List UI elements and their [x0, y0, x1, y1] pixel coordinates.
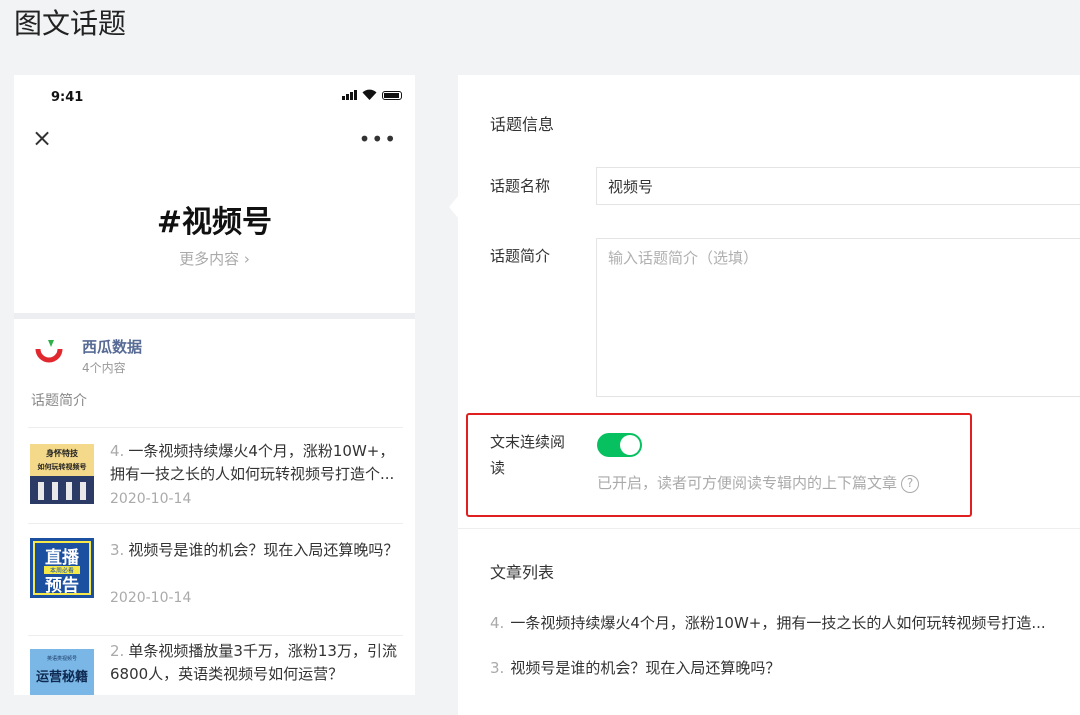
- status-icons: [342, 89, 402, 100]
- article-title-text: 视频号是谁的机会？现在入局还算晚吗？: [128, 541, 399, 559]
- article-thumbnail: 直播 本周必看 预告: [30, 538, 94, 598]
- thumb-text: 英语类视频号: [47, 655, 77, 662]
- article-thumbnail: 身怀特技 如何玩转视频号: [30, 444, 94, 504]
- thumb-text: 直播: [45, 547, 80, 568]
- article-num: 4.: [110, 442, 125, 460]
- divider: [458, 528, 1080, 529]
- article-list-item[interactable]: 3. 视频号是谁的机会？现在入局还算晚吗？: [490, 657, 780, 678]
- article-title-text: 一条视频持续爆火4个月，涨粉10W+，拥有一技之长的人如何玩转视频号打造个...: [110, 442, 395, 483]
- article-title-text: 单条视频播放量3千万，涨粉13万，引流6800人，英语类视频号如何运营？: [110, 642, 397, 683]
- close-icon[interactable]: ×: [32, 126, 52, 150]
- article-title-text: 一条视频持续爆火4个月，涨粉10W+，拥有一技之长的人如何玩转视频号打造...: [510, 614, 1046, 632]
- page-title: 图文话题: [14, 7, 127, 40]
- article-list-item[interactable]: 4. 一条视频持续爆火4个月，涨粉10W+，拥有一技之长的人如何玩转视频号打造..…: [490, 612, 1046, 633]
- thumb-text: 身怀特技: [46, 448, 79, 458]
- topic-name-label: 话题名称: [490, 177, 551, 195]
- highlight-box: [466, 413, 972, 517]
- article-title: 4. 一条视频持续爆火4个月，涨粉10W+，拥有一技之长的人如何玩转视频号打造个.…: [110, 440, 403, 486]
- phone-preview: 9:41 × ••• #视频号 更多内容 › 西瓜数据 4个内容 话题简介 身怀…: [14, 75, 415, 695]
- topic-intro-label: 话题简介: [490, 247, 551, 265]
- article-num: 2.: [110, 642, 125, 660]
- section-title-info: 话题信息: [490, 115, 555, 134]
- more-icon[interactable]: •••: [359, 127, 397, 151]
- status-time: 9:41: [51, 90, 84, 105]
- divider: [14, 313, 415, 319]
- thumb-text: 运营秘籍: [36, 669, 88, 685]
- section-title-articles: 文章列表: [490, 563, 555, 582]
- status-bar: 9:41: [14, 75, 415, 115]
- more-content-link[interactable]: 更多内容 ›: [14, 248, 415, 269]
- account-count: 4个内容: [82, 361, 126, 375]
- wifi-icon: [362, 89, 377, 100]
- article-num: 3.: [110, 541, 125, 559]
- account-logo-icon: [35, 340, 63, 363]
- list-item[interactable]: 直播 本周必看 预告 3. 视频号是谁的机会？现在入局还算晚吗？ 2020-10-…: [28, 523, 403, 636]
- article-title: 2. 单条视频播放量3千万，涨粉13万，引流6800人，英语类视频号如何运营？: [110, 640, 403, 686]
- article-title-text: 视频号是谁的机会？现在入局还算晚吗？: [510, 659, 781, 677]
- topic-settings-panel: 话题信息 话题名称 话题简介 文末连续阅读 已开启，读者可方便阅读专辑内的上下篇…: [458, 75, 1080, 715]
- battery-icon: [382, 91, 402, 100]
- thumb-text: 本周必看: [50, 567, 74, 575]
- article-num: 4.: [490, 614, 505, 632]
- thumb-text: 如何玩转视频号: [38, 462, 87, 471]
- thumb-text: 预告: [45, 575, 79, 596]
- topic-name-input[interactable]: [596, 167, 1080, 205]
- list-item[interactable]: 身怀特技 如何玩转视频号 4. 一条视频持续爆火4个月，涨粉10W+，拥有一技之长…: [28, 427, 403, 524]
- more-content-label: 更多内容: [179, 250, 240, 268]
- account-name[interactable]: 西瓜数据: [82, 336, 142, 357]
- article-date: 2020-10-14: [110, 590, 192, 606]
- topic-intro-textarea[interactable]: [596, 238, 1080, 397]
- hashtag-title: #视频号: [156, 205, 273, 240]
- list-item[interactable]: 英语类视频号 运营秘籍 2. 单条视频播放量3千万，涨粉13万，引流6800人，英…: [28, 635, 403, 695]
- article-date: 2020-10-14: [110, 491, 192, 507]
- article-title: 3. 视频号是谁的机会？现在入局还算晚吗？: [110, 539, 403, 562]
- article-thumbnail: 英语类视频号 运营秘籍: [30, 649, 94, 695]
- article-num: 3.: [490, 659, 505, 677]
- signal-icon: [342, 89, 357, 100]
- chevron-right-icon: ›: [243, 250, 250, 268]
- topic-intro-label: 话题简介: [31, 393, 87, 409]
